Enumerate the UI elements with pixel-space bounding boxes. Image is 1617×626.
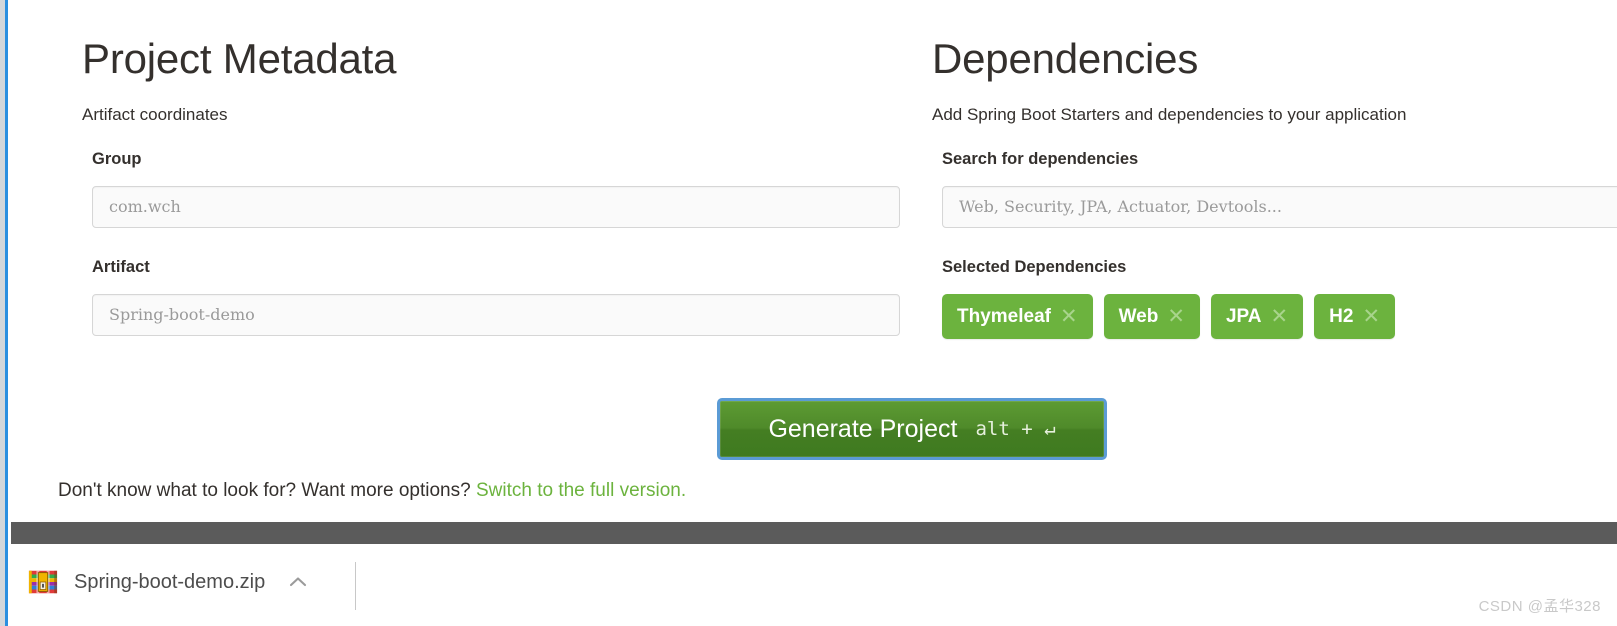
- dependency-chip[interactable]: Web ✕: [1103, 294, 1200, 339]
- artifact-input[interactable]: Spring-boot-demo: [92, 294, 900, 336]
- artifact-label: Artifact: [92, 258, 150, 276]
- selected-dependencies-label: Selected Dependencies: [942, 258, 1127, 276]
- shelf-divider: [355, 562, 356, 610]
- download-filename: Spring-boot-demo.zip: [74, 571, 266, 593]
- zip-archive-icon: [28, 570, 58, 594]
- project-metadata-subtitle: Artifact coordinates: [82, 105, 228, 124]
- close-icon[interactable]: ✕: [1060, 306, 1078, 327]
- close-icon[interactable]: ✕: [1167, 306, 1185, 327]
- footer-note-text: Don't know what to look for? Want more o…: [58, 480, 471, 501]
- dependency-chip[interactable]: JPA ✕: [1210, 294, 1304, 339]
- switch-to-full-version-link[interactable]: Switch to the full version.: [476, 480, 686, 501]
- browser-window: Project Metadata Artifact coordinates Gr…: [0, 0, 1617, 626]
- project-metadata-title: Project Metadata: [82, 35, 397, 82]
- generate-project-shortcut: alt + ↵: [975, 417, 1056, 440]
- group-input[interactable]: com.wch: [92, 186, 900, 228]
- dependencies-title: Dependencies: [932, 35, 1199, 82]
- download-shelf: Spring-boot-demo.zip CSDN @孟华328: [11, 544, 1617, 626]
- generate-project-label: Generate Project: [768, 414, 958, 443]
- selected-dependencies-list: Thymeleaf ✕ Web ✕ JPA ✕ H2 ✕: [942, 294, 1396, 339]
- generate-project-button[interactable]: Generate Project alt + ↵: [717, 398, 1107, 460]
- dependencies-subtitle: Add Spring Boot Starters and dependencie…: [932, 105, 1407, 124]
- dependency-chip-label: H2: [1329, 306, 1354, 327]
- group-label: Group: [92, 150, 142, 168]
- chevron-up-icon[interactable]: [287, 571, 309, 593]
- generate-project-area: Generate Project alt + ↵: [717, 398, 1107, 460]
- dependency-chip[interactable]: H2 ✕: [1314, 294, 1396, 339]
- download-item[interactable]: Spring-boot-demo.zip: [28, 552, 309, 612]
- close-icon[interactable]: ✕: [1271, 306, 1289, 327]
- search-dependencies-input[interactable]: Web, Security, JPA, Actuator, Devtools..…: [942, 186, 1617, 228]
- status-bar: [11, 522, 1617, 544]
- dependency-chip[interactable]: Thymeleaf ✕: [942, 294, 1093, 339]
- close-icon[interactable]: ✕: [1362, 306, 1380, 327]
- page-viewport: Project Metadata Artifact coordinates Gr…: [11, 0, 1617, 522]
- dependency-chip-label: Web: [1118, 306, 1159, 327]
- search-dependencies-label: Search for dependencies: [942, 150, 1139, 168]
- dependency-chip-label: Thymeleaf: [957, 306, 1051, 327]
- footer-note: Don't know what to look for? Want more o…: [58, 481, 686, 500]
- watermark: CSDN @孟华328: [1478, 598, 1601, 615]
- dependency-chip-label: JPA: [1225, 306, 1262, 327]
